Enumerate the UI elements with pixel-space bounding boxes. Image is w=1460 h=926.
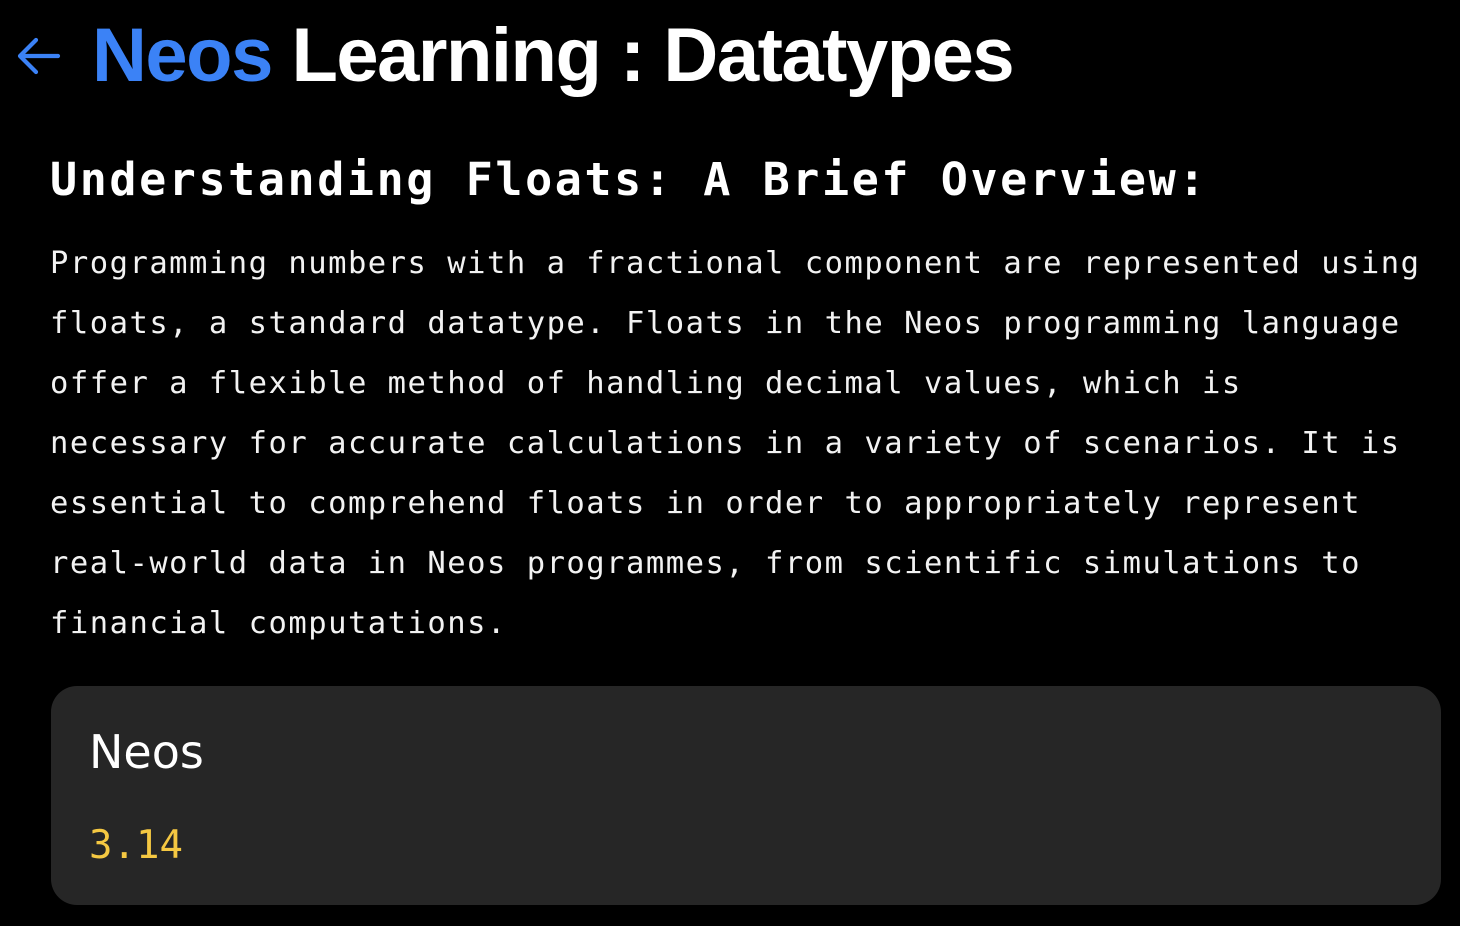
- arrow-left-icon: [17, 37, 61, 75]
- header: Neos Learning : Datatypes: [14, 13, 1015, 98]
- section-heading: Understanding Floats: A Brief Overview:: [50, 153, 1208, 206]
- page-title-brand: Neos: [92, 13, 273, 98]
- code-example-card: Neos 3.14: [51, 686, 1441, 905]
- code-language-label: Neos: [89, 725, 204, 779]
- section-body-text: Programming numbers with a fractional co…: [50, 246, 1421, 641]
- code-snippet: 3.14: [89, 823, 183, 868]
- page-title: Neos Learning : Datatypes: [92, 13, 1015, 98]
- page: Neos Learning : Datatypes Understanding …: [0, 0, 1460, 926]
- page-title-rest: Learning : Datatypes: [291, 13, 1014, 98]
- back-button[interactable]: [14, 26, 66, 86]
